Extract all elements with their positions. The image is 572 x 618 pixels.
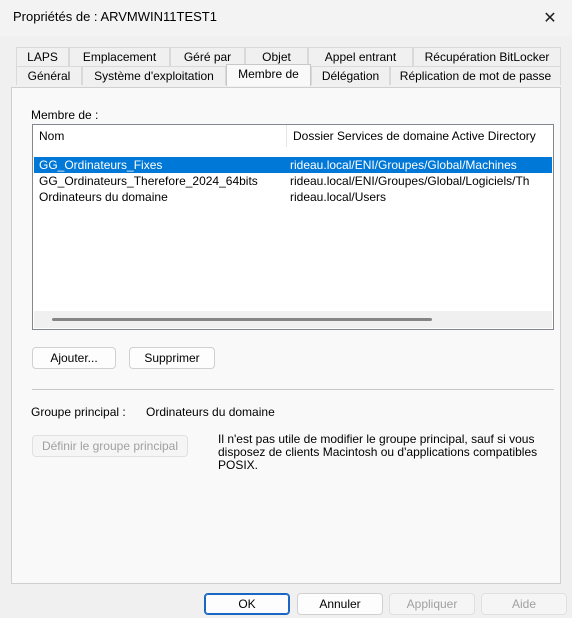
member-listview[interactable]: Nom Dossier Services de domaine Active D… bbox=[32, 124, 554, 330]
primary-group-label: Groupe principal : bbox=[31, 405, 126, 419]
list-item[interactable]: GG_Ordinateurs_Fixes rideau.local/ENI/Gr… bbox=[34, 157, 552, 173]
help-button[interactable]: Aide bbox=[481, 593, 567, 615]
tab-systeme-exploitation[interactable]: Système d'exploitation bbox=[82, 66, 226, 85]
ok-button[interactable]: OK bbox=[204, 593, 290, 615]
window-title: Propriétés de : ARVMWIN11TEST1 bbox=[13, 9, 217, 24]
list-item-folder: rideau.local/ENI/Groupes/Global/Logiciel… bbox=[290, 174, 530, 188]
cancel-button[interactable]: Annuler bbox=[297, 593, 383, 615]
set-primary-group-button[interactable]: Définir le groupe principal bbox=[32, 435, 188, 457]
list-item[interactable]: GG_Ordinateurs_Therefore_2024_64bits rid… bbox=[34, 173, 552, 189]
list-item-folder: rideau.local/Users bbox=[290, 190, 387, 204]
tab-emplacement[interactable]: Emplacement bbox=[69, 47, 170, 66]
member-of-label: Membre de : bbox=[31, 108, 99, 122]
tab-replication-mot-de-passe[interactable]: Réplication de mot de passe bbox=[390, 66, 561, 85]
close-button[interactable]: ✕ bbox=[528, 0, 572, 36]
tab-appel-entrant[interactable]: Appel entrant bbox=[308, 47, 413, 66]
close-icon: ✕ bbox=[543, 10, 557, 27]
tab-membre-de[interactable]: Membre de bbox=[226, 64, 311, 86]
primary-group-value: Ordinateurs du domaine bbox=[146, 405, 275, 419]
apply-button[interactable]: Appliquer bbox=[389, 593, 475, 615]
list-item-name: Ordinateurs du domaine bbox=[39, 190, 168, 204]
tab-delegation[interactable]: Délégation bbox=[311, 66, 390, 85]
horizontal-scrollbar[interactable] bbox=[34, 311, 552, 328]
list-item-folder: rideau.local/ENI/Groupes/Global/Machines bbox=[290, 158, 517, 172]
list-item-name: GG_Ordinateurs_Therefore_2024_64bits bbox=[39, 174, 258, 188]
tab-recuperation-bitlocker[interactable]: Récupération BitLocker bbox=[413, 47, 561, 66]
scrollbar-thumb[interactable] bbox=[52, 318, 432, 321]
tab-laps[interactable]: LAPS bbox=[16, 47, 69, 66]
list-item[interactable]: Ordinateurs du domaine rideau.local/User… bbox=[34, 189, 552, 205]
list-item-name: GG_Ordinateurs_Fixes bbox=[39, 158, 163, 172]
section-divider bbox=[32, 389, 554, 390]
column-header-name[interactable]: Nom bbox=[33, 125, 286, 147]
primary-group-info: Il n'est pas utile de modifier le groupe… bbox=[218, 432, 538, 472]
tab-panel: Membre de : Nom Dossier Services de doma… bbox=[11, 87, 561, 584]
add-button[interactable]: Ajouter... bbox=[32, 347, 116, 369]
remove-button[interactable]: Supprimer bbox=[129, 347, 215, 369]
title-bar: Propriétés de : ARVMWIN11TEST1 ✕ bbox=[0, 0, 572, 36]
column-header-folder[interactable]: Dossier Services de domaine Active Direc… bbox=[287, 125, 553, 147]
tab-general[interactable]: Général bbox=[16, 66, 82, 85]
